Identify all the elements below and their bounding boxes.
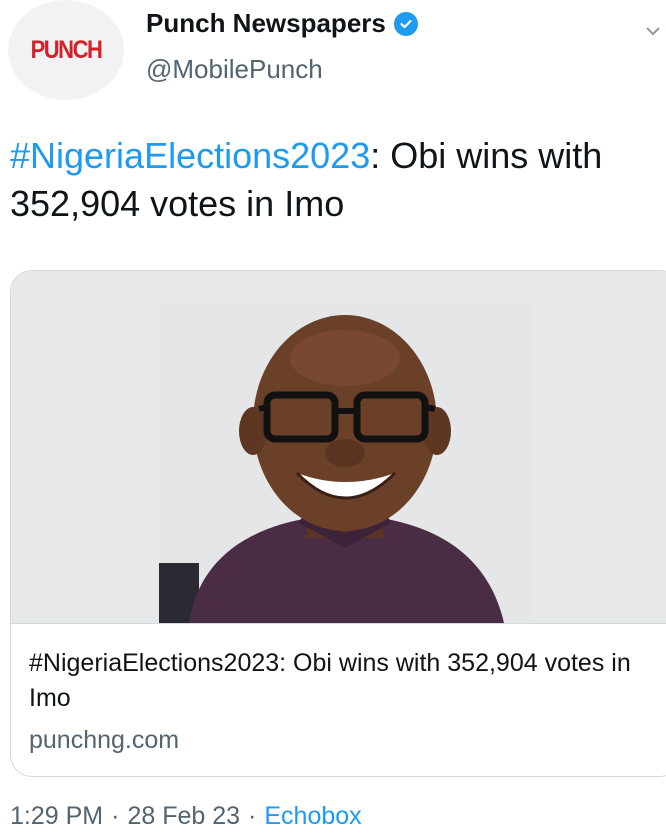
hashtag-link[interactable]: #NigeriaElections2023 [10, 135, 370, 176]
meta-separator: · [111, 802, 120, 830]
tweet-source-link[interactable]: Echobox [264, 802, 361, 831]
link-card[interactable]: #NigeriaElections2023: Obi wins with 352… [10, 270, 666, 777]
tweet-text: #NigeriaElections2023: Obi wins with 352… [10, 132, 660, 228]
tweet-meta: 1:29 PM · 28 Feb 23 · Echobox [10, 802, 362, 831]
more-options-chevron-icon[interactable] [640, 18, 666, 44]
author-name-row[interactable]: Punch Newspapers [146, 8, 418, 39]
verified-badge-icon [393, 11, 418, 36]
avatar[interactable]: PUNCH [8, 0, 124, 100]
punch-logo: PUNCH [30, 35, 103, 64]
card-title[interactable]: #NigeriaElections2023: Obi wins with 352… [29, 646, 649, 716]
tweet-time[interactable]: 1:29 PM [10, 802, 103, 831]
user-handle[interactable]: @MobilePunch [146, 54, 323, 85]
portrait-photo [159, 303, 531, 623]
meta-separator: · [248, 802, 257, 830]
card-image[interactable] [11, 271, 666, 623]
card-domain: punchng.com [29, 726, 180, 754]
card-body[interactable]: #NigeriaElections2023: Obi wins with 352… [11, 623, 666, 754]
tweet-date[interactable]: 28 Feb 23 [127, 802, 240, 831]
display-name[interactable]: Punch Newspapers [146, 8, 386, 39]
